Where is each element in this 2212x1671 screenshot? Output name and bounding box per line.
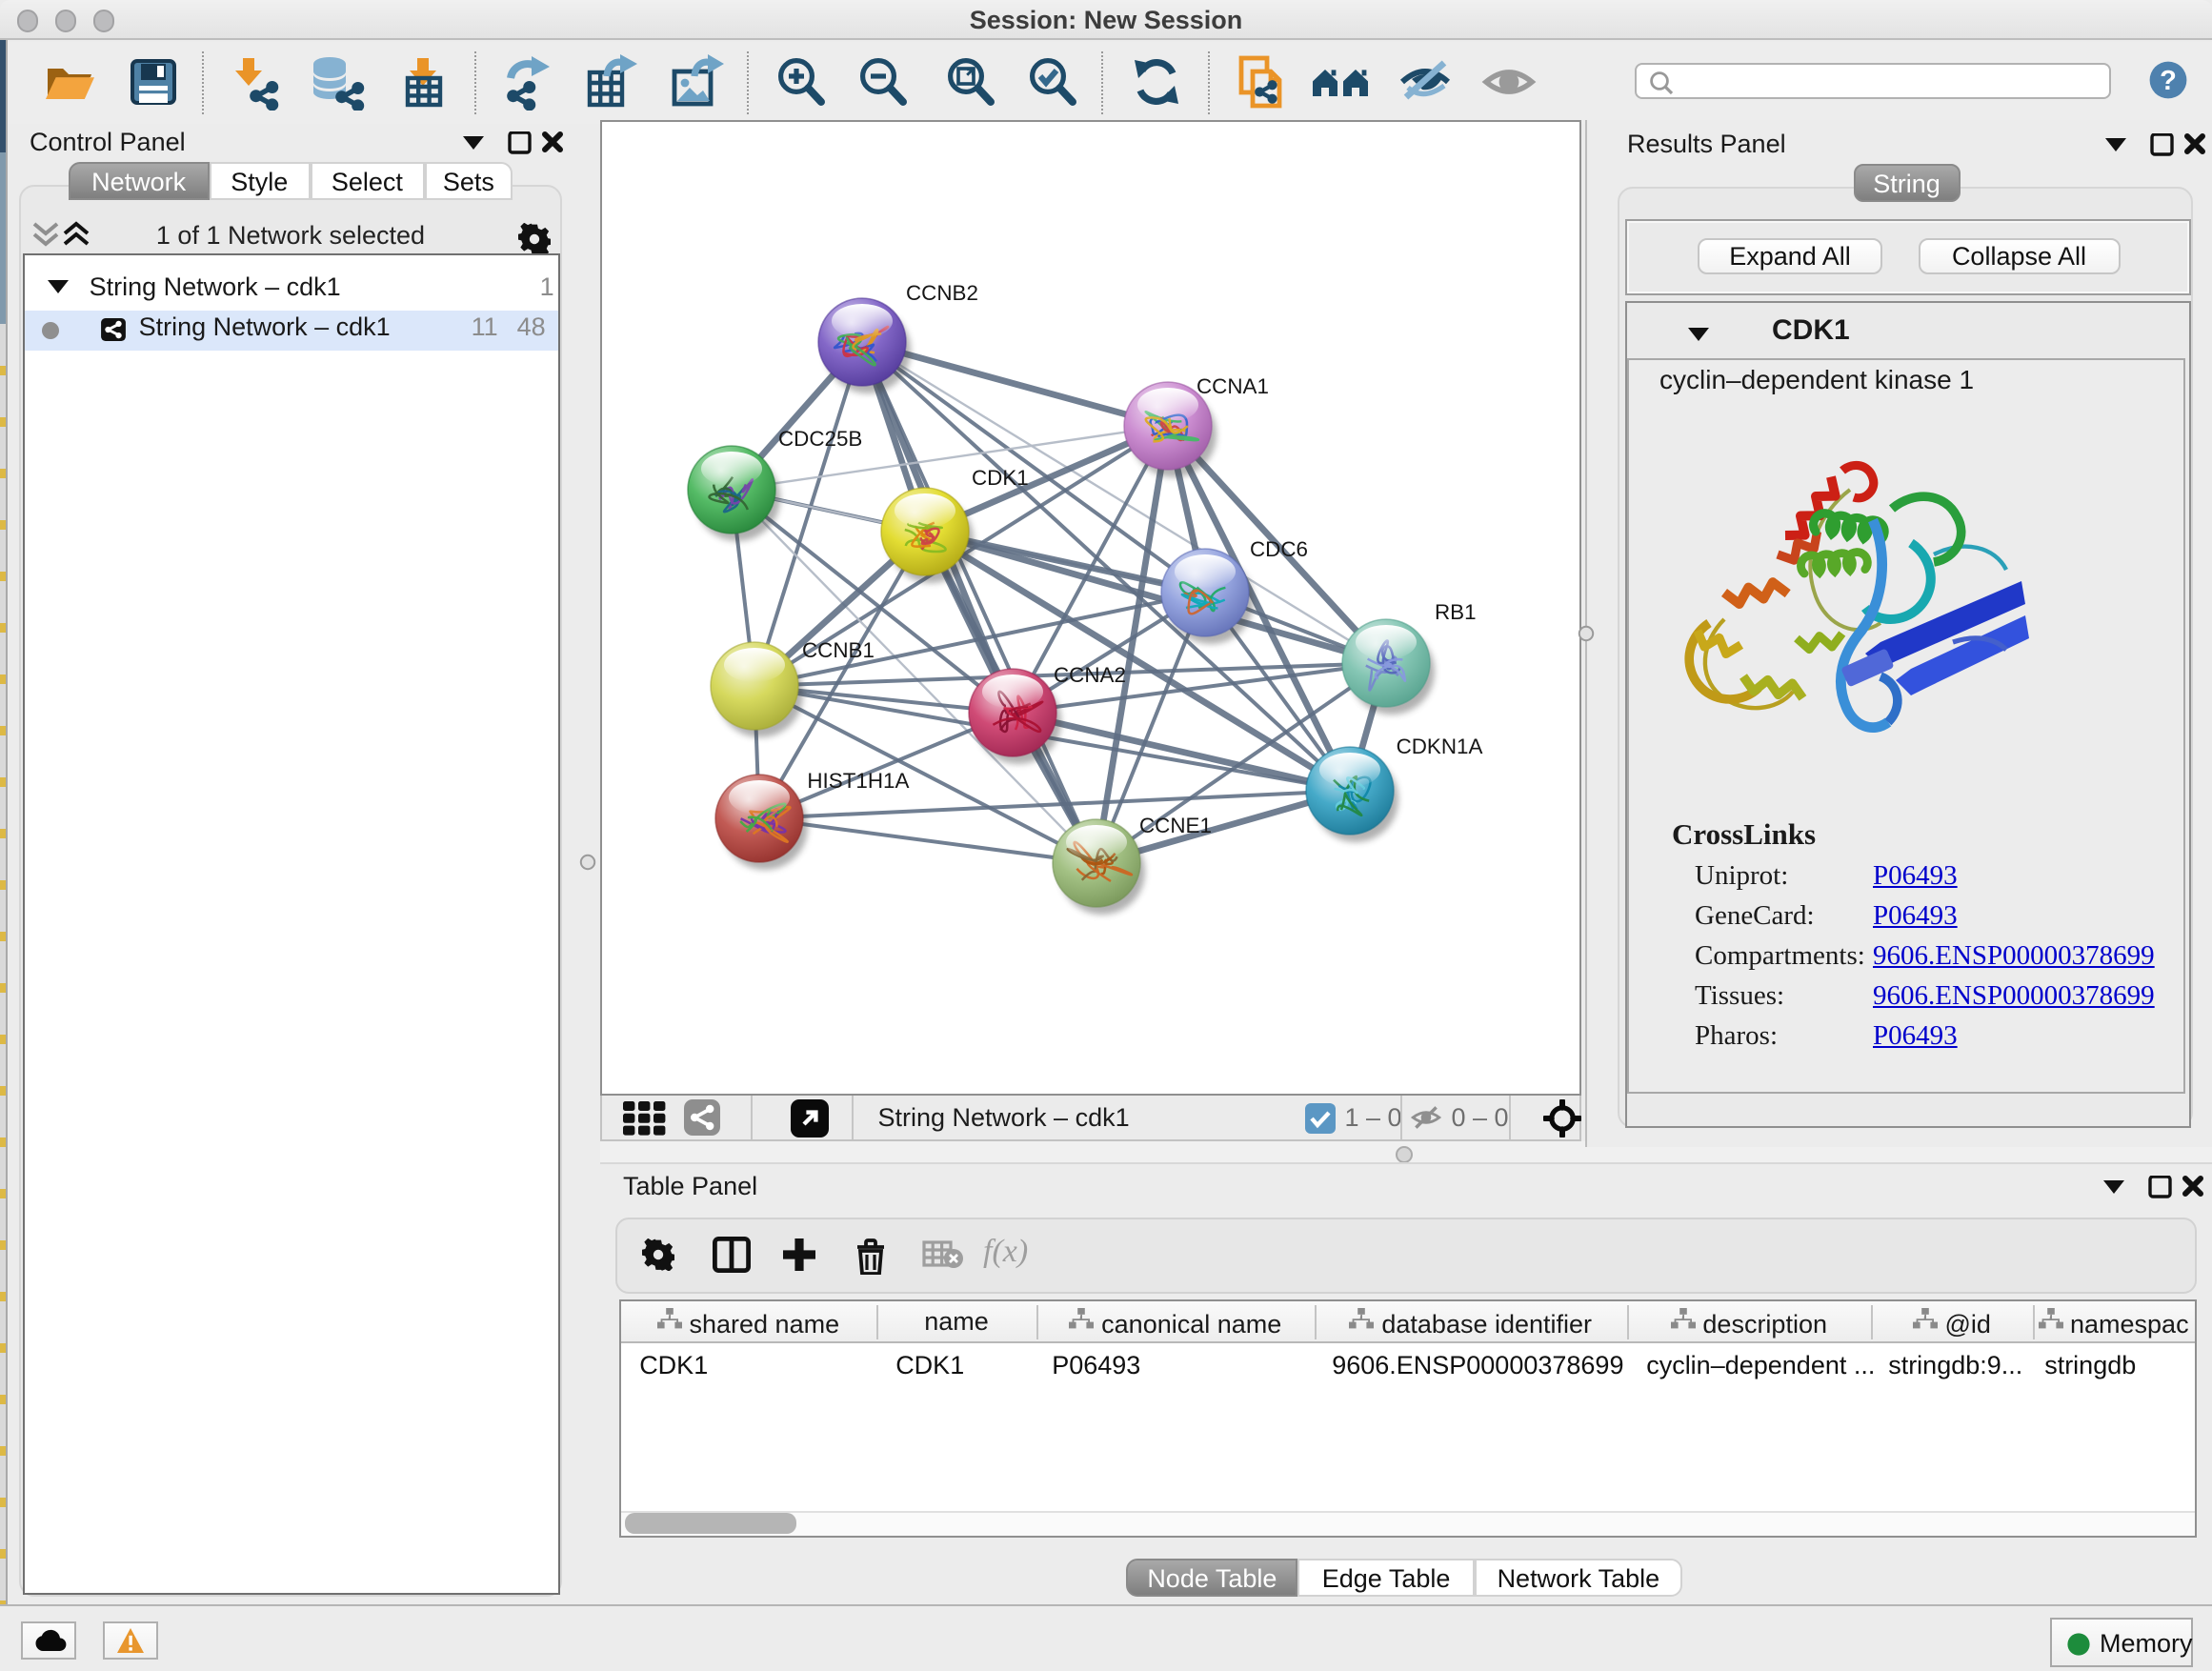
- svg-text:RB1: RB1: [1435, 599, 1477, 623]
- svg-text:HIST1H1A: HIST1H1A: [807, 768, 909, 792]
- svg-text:CDC6: CDC6: [1250, 536, 1308, 560]
- svg-text:CDKN1A: CDKN1A: [1396, 734, 1482, 757]
- svg-text:CCNB1: CCNB1: [802, 637, 875, 661]
- svg-text:CDC25B: CDC25B: [778, 426, 862, 450]
- svg-text:CDK1: CDK1: [972, 465, 1029, 489]
- svg-text:CCNA1: CCNA1: [1196, 373, 1269, 397]
- svg-text:CCNE1: CCNE1: [1139, 813, 1212, 836]
- svg-text:CCNA2: CCNA2: [1054, 662, 1126, 686]
- svg-text:?: ?: [2160, 65, 2177, 95]
- svg-text:CCNB2: CCNB2: [906, 280, 978, 304]
